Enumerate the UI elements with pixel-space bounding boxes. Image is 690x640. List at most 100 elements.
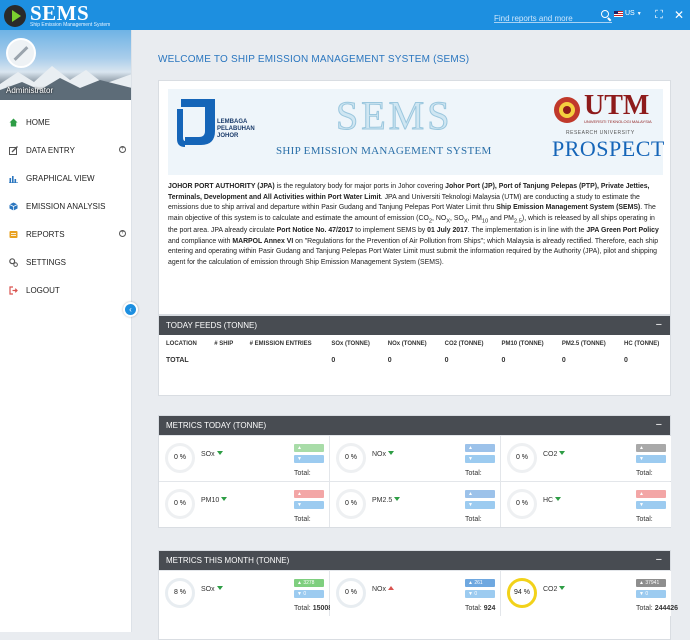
banner-sems-subtitle: SHIP EMISSION MANAGEMENT SYSTEM bbox=[276, 145, 492, 157]
sidebar-menu: HOME DATA ENTRY + GRAPHICAL VIEW EMISSIO… bbox=[0, 100, 131, 304]
metric-name: CO2 bbox=[543, 586, 566, 593]
increase-pill: ▲ bbox=[294, 444, 324, 452]
metric-label: CO2 bbox=[543, 586, 558, 593]
trend-up-icon bbox=[388, 586, 394, 590]
sidebar-item-label: REPORTS bbox=[26, 229, 65, 239]
trend-down-icon bbox=[555, 497, 562, 501]
minimize-icon[interactable]: − bbox=[656, 551, 662, 570]
bar-chart-icon bbox=[9, 174, 18, 183]
metric-label: SOx bbox=[201, 451, 215, 458]
language-selector[interactable]: US ▼ bbox=[614, 10, 642, 17]
metric-tile: 0 % SOx ▲ ▼ Total: bbox=[159, 436, 329, 481]
column-header: LOCATION bbox=[166, 341, 197, 347]
minimize-icon[interactable]: − bbox=[656, 416, 662, 435]
metric-total: Total: 15008 bbox=[294, 605, 332, 612]
percent-gauge: 0 % bbox=[336, 578, 366, 608]
column-header: CO2 (TONNE) bbox=[444, 341, 484, 347]
row-label: TOTAL bbox=[166, 357, 189, 364]
sidebar-item-settings[interactable]: SETTINGS bbox=[0, 248, 131, 276]
metric-tile: 0 % HC ▲ ▼ Total: bbox=[501, 482, 671, 527]
us-flag-icon bbox=[614, 10, 623, 17]
sidebar-item-label: HOME bbox=[26, 117, 50, 127]
total-label: Total: bbox=[294, 470, 311, 477]
decrease-pill: ▼ bbox=[636, 501, 666, 509]
metric-total: Total: bbox=[294, 470, 311, 477]
metric-name: PM10 bbox=[201, 497, 228, 504]
sidebar-collapse-button[interactable]: ‹ bbox=[123, 302, 138, 317]
search-box[interactable] bbox=[494, 8, 612, 23]
percent-gauge: 94 % bbox=[507, 578, 537, 608]
avatar[interactable] bbox=[6, 38, 36, 68]
sidebar-item-graphical-view[interactable]: GRAPHICAL VIEW bbox=[0, 164, 131, 192]
decrease-pill: ▼ 0 bbox=[636, 590, 666, 598]
metric-label: HC bbox=[543, 497, 554, 504]
metric-total: Total: bbox=[636, 516, 653, 523]
fullscreen-icon[interactable]: ⛶ bbox=[654, 10, 664, 21]
panel-title: METRICS TODAY (TONNE) bbox=[166, 421, 267, 430]
column-header: # EMISSION ENTRIES bbox=[249, 341, 312, 347]
decrease-pill: ▼ 0 bbox=[465, 590, 495, 598]
table-cell: 0 bbox=[561, 357, 566, 364]
page-title: WELCOME TO SHIP EMISSION MANAGEMENT SYST… bbox=[158, 54, 470, 65]
sidebar-item-logout[interactable]: LOGOUT bbox=[0, 276, 131, 304]
search-icon[interactable] bbox=[601, 10, 609, 18]
report-icon bbox=[9, 230, 18, 239]
logout-icon bbox=[9, 285, 18, 295]
increase-pill: ▲ 3278 bbox=[294, 579, 324, 587]
close-icon[interactable]: ✕ bbox=[674, 9, 684, 21]
metric-label: NOx bbox=[372, 451, 386, 458]
column-header: # SHIP bbox=[214, 341, 234, 347]
minimize-icon[interactable]: − bbox=[656, 316, 662, 335]
decrease-pill: ▼ bbox=[465, 501, 495, 509]
column-header: SOx (TONNE) bbox=[331, 341, 370, 347]
total-label: Total: bbox=[465, 470, 482, 477]
app-title: SEMS bbox=[30, 1, 90, 25]
sidebar-item-reports[interactable]: REPORTS + bbox=[0, 220, 131, 248]
panel-header: TODAY FEEDS (TONNE) − bbox=[159, 316, 670, 335]
cube-icon bbox=[9, 202, 18, 211]
percent-gauge: 8 % bbox=[165, 578, 195, 608]
search-input[interactable] bbox=[494, 14, 594, 23]
metric-name: NOx bbox=[372, 586, 394, 593]
pill-value: 0 bbox=[303, 591, 307, 597]
today-feeds-panel: TODAY FEEDS (TONNE) − LOCATION # SHIP # … bbox=[158, 315, 671, 396]
panel-header: METRICS THIS MONTH (TONNE) − bbox=[159, 551, 670, 570]
total-value: 924 bbox=[483, 605, 496, 612]
intro-panel: LEMBAGA PELABUHAN JOHOR SEMS SHIP EMISSI… bbox=[158, 80, 671, 315]
utm-crest-icon bbox=[554, 97, 580, 123]
table-cell: 0 bbox=[624, 357, 628, 364]
pill-value: 261 bbox=[474, 580, 483, 586]
table-cell: 0 bbox=[387, 357, 392, 364]
increase-pill: ▲ bbox=[636, 444, 666, 452]
increase-pill: ▲ bbox=[294, 490, 324, 498]
table-cell bbox=[207, 353, 242, 368]
sidebar-item-emission-analysis[interactable]: EMISSION ANALYSIS bbox=[0, 192, 131, 220]
utm-title: UTM bbox=[584, 90, 650, 121]
increase-pill: ▲ bbox=[465, 444, 495, 452]
expand-plus-icon[interactable]: + bbox=[119, 146, 126, 153]
chevron-down-icon: ▼ bbox=[636, 10, 642, 17]
sidebar-item-label: SETTINGS bbox=[26, 257, 67, 267]
expand-plus-icon[interactable]: + bbox=[119, 230, 126, 237]
trend-down-icon bbox=[559, 451, 566, 455]
metric-name: SOx bbox=[201, 586, 223, 593]
today-feeds-table: LOCATION # SHIP # EMISSION ENTRIES SOx (… bbox=[159, 335, 670, 368]
metric-total: Total: 924 bbox=[465, 605, 495, 612]
total-label: Total: bbox=[465, 516, 482, 523]
sidebar-item-home[interactable]: HOME bbox=[0, 108, 131, 136]
app-logo[interactable]: SEMS Ship Emission Management System bbox=[4, 3, 110, 29]
metric-tile: 0 % PM10 ▲ ▼ Total: bbox=[159, 482, 329, 527]
increase-pill: ▲ bbox=[636, 490, 666, 498]
sidebar-item-data-entry[interactable]: DATA ENTRY + bbox=[0, 136, 131, 164]
utm-subtitle: UNIVERSITI TEKNOLOGI MALAYSIA bbox=[584, 119, 652, 124]
panel-title: METRICS THIS MONTH (TONNE) bbox=[166, 556, 290, 565]
total-value: 244426 bbox=[654, 605, 679, 612]
decrease-pill: ▼ bbox=[294, 501, 324, 509]
metric-total: Total: bbox=[465, 470, 482, 477]
sems-banner: LEMBAGA PELABUHAN JOHOR SEMS SHIP EMISSI… bbox=[168, 89, 664, 175]
decrease-pill: ▼ 0 bbox=[294, 590, 324, 598]
metric-total: Total: bbox=[636, 470, 653, 477]
home-icon bbox=[9, 118, 18, 127]
table-cell: 0 bbox=[444, 357, 449, 364]
table-row: TOTAL 0 0 0 0 0 0 bbox=[159, 353, 670, 368]
